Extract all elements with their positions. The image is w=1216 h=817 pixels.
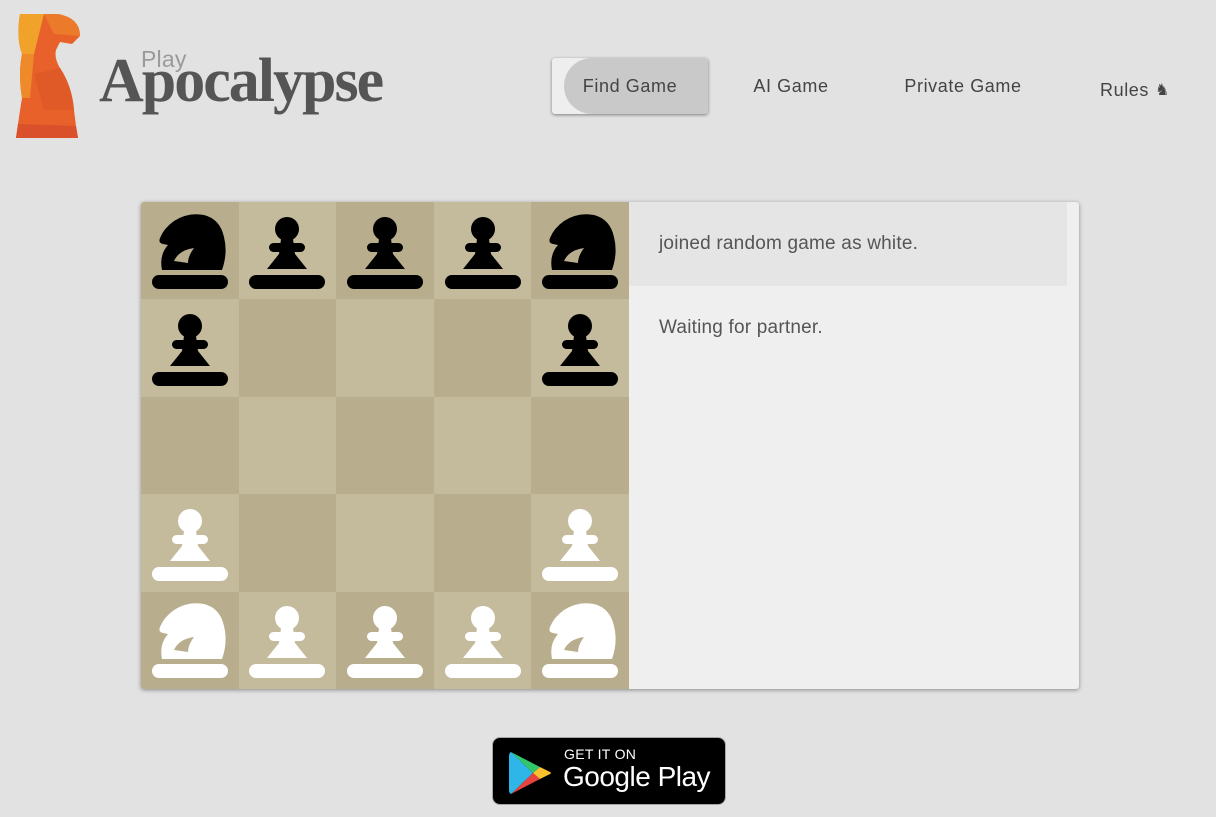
game-panel: joined random game as white. Waiting for … <box>141 202 1079 689</box>
black-pawn-icon[interactable] <box>343 209 427 293</box>
message-item: joined random game as white. <box>629 202 1067 286</box>
knight-icon: ♞ <box>1155 82 1170 99</box>
board-square[interactable] <box>141 202 239 300</box>
board-square[interactable] <box>238 396 337 495</box>
board-square[interactable] <box>531 494 629 592</box>
nav-private-game-button[interactable]: Private Game <box>890 58 1036 114</box>
white-pawn-icon[interactable] <box>148 501 232 585</box>
board-square[interactable] <box>238 494 337 592</box>
nav-rules-label: Rules <box>1100 79 1150 100</box>
black-pawn-icon[interactable] <box>148 306 232 390</box>
board-square[interactable] <box>141 396 239 495</box>
white-knight-icon[interactable] <box>148 598 232 682</box>
message-item: Waiting for partner. <box>659 317 823 338</box>
black-knight-icon[interactable] <box>148 209 232 293</box>
board-square[interactable] <box>336 202 434 300</box>
nav-find-game-label: Find Game <box>582 75 678 96</box>
brand-title: Apocalypse <box>99 47 384 115</box>
google-play-icon <box>509 752 551 794</box>
board-square[interactable] <box>141 591 239 689</box>
board-square[interactable] <box>336 396 434 495</box>
board-square[interactable] <box>238 299 337 397</box>
board-square[interactable] <box>433 299 532 397</box>
white-pawn-icon[interactable] <box>441 598 525 682</box>
black-pawn-icon[interactable] <box>538 306 622 390</box>
board-square[interactable] <box>433 202 532 300</box>
chess-board[interactable] <box>141 202 629 689</box>
nav-private-game-label: Private Game <box>904 75 1022 96</box>
board-square[interactable] <box>141 299 239 397</box>
white-knight-icon[interactable] <box>538 598 622 682</box>
board-square[interactable] <box>238 591 337 689</box>
board-square[interactable] <box>336 591 434 689</box>
board-square[interactable] <box>141 494 239 592</box>
nav-ai-game-label: AI Game <box>753 75 829 96</box>
google-play-badge[interactable]: GET IT ON Google Play <box>492 737 726 805</box>
nav-rules-button[interactable]: Rules ♞ <box>1090 62 1180 118</box>
board-square[interactable] <box>433 494 532 592</box>
white-pawn-icon[interactable] <box>245 598 329 682</box>
board-square[interactable] <box>531 202 629 300</box>
black-pawn-icon[interactable] <box>245 209 329 293</box>
message-log: joined random game as white. Waiting for … <box>629 202 1067 689</box>
board-square[interactable] <box>531 299 629 397</box>
nav-find-game-button[interactable]: Find Game <box>552 58 708 114</box>
board-square[interactable] <box>433 591 532 689</box>
board-square[interactable] <box>531 591 629 689</box>
black-knight-icon[interactable] <box>538 209 622 293</box>
board-square[interactable] <box>433 396 532 495</box>
white-pawn-icon[interactable] <box>538 501 622 585</box>
logo-knight-icon <box>16 14 80 138</box>
black-pawn-icon[interactable] <box>441 209 525 293</box>
white-pawn-icon[interactable] <box>343 598 427 682</box>
board-square[interactable] <box>336 299 434 397</box>
badge-line2: Google Play <box>563 761 711 792</box>
nav-ai-game-button[interactable]: AI Game <box>738 58 844 114</box>
badge-line1: GET IT ON <box>564 746 637 762</box>
board-square[interactable] <box>336 494 434 592</box>
board-square[interactable] <box>531 396 629 495</box>
board-square[interactable] <box>238 202 337 300</box>
